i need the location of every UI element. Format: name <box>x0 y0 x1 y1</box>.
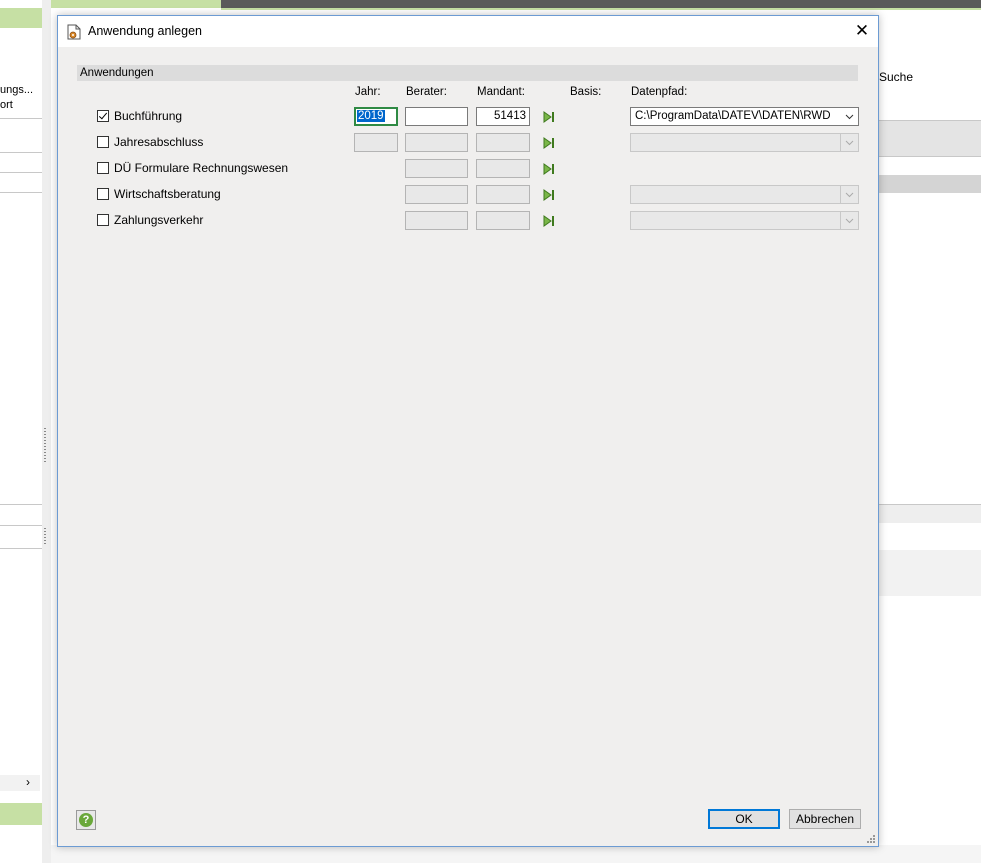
row-label-zahlungsverkehr[interactable]: Zahlungsverkehr <box>114 213 203 227</box>
chevron-right-icon[interactable]: › <box>26 775 30 789</box>
app-left-header-band <box>0 8 42 28</box>
divider <box>0 192 42 193</box>
splitter-grip-icon[interactable] <box>44 428 46 462</box>
divider <box>0 548 42 549</box>
app-left-panel <box>0 0 42 863</box>
resize-grip-icon[interactable] <box>866 834 876 844</box>
section-header: Anwendungen <box>77 65 858 81</box>
column-label-berater: Berater: <box>406 86 447 98</box>
help-button[interactable]: ? <box>76 810 96 830</box>
chevron-down-icon <box>840 134 854 151</box>
divider <box>0 525 42 526</box>
play-next-icon[interactable] <box>543 163 555 175</box>
jahr-value: 2019 <box>357 110 385 122</box>
jahr-input-buchfuehrung[interactable]: 2019 <box>354 107 398 126</box>
row-label-wirtschaftsberatung[interactable]: Wirtschaftsberatung <box>114 187 221 201</box>
document-gear-icon <box>67 24 81 40</box>
play-next-icon[interactable] <box>543 189 555 201</box>
help-icon: ? <box>79 813 93 827</box>
dialog-title: Anwendung anlegen <box>88 24 202 38</box>
berater-input-due-formulare <box>405 159 468 178</box>
mandant-input-zahlungsverkehr <box>476 211 530 230</box>
mandant-input-wirtschaftsberatung <box>476 185 530 204</box>
cancel-button[interactable]: Abbrechen <box>789 809 861 829</box>
datenpfad-value: C:\ProgramData\DATEV\DATEN\RWD <box>635 110 831 122</box>
app-detail-band <box>879 550 981 596</box>
mandant-input-buchfuehrung[interactable]: 51413 <box>476 107 530 126</box>
mandant-input-jahresabschluss <box>476 133 530 152</box>
horizontal-scrollbar[interactable] <box>0 775 40 791</box>
close-button[interactable]: ✕ <box>846 16 878 47</box>
datenpfad-select-buchfuehrung[interactable]: C:\ProgramData\DATEV\DATEN\RWD <box>630 107 859 126</box>
column-label-datenpfad: Datenpfad: <box>631 86 688 98</box>
berater-input-jahresabschluss <box>405 133 468 152</box>
dialog-anwendung-anlegen: Anwendung anlegen ✕ Anwendungen Jahr: Be… <box>57 15 879 847</box>
divider <box>0 118 42 119</box>
checkbox-jahresabschluss[interactable] <box>97 136 109 148</box>
jahr-input-jahresabschluss <box>354 133 398 152</box>
berater-input-zahlungsverkehr <box>405 211 468 230</box>
app-splitter-band <box>879 504 981 523</box>
app-status-strip <box>51 845 981 863</box>
ok-button[interactable]: OK <box>708 809 780 829</box>
app-left-footer-band <box>0 803 42 825</box>
row-label-jahresabschluss[interactable]: Jahresabschluss <box>114 135 203 149</box>
splitter-grip-icon[interactable] <box>44 528 46 544</box>
play-next-icon[interactable] <box>543 111 555 123</box>
checkbox-due-formulare[interactable] <box>97 162 109 174</box>
row-label-buchfuehrung[interactable]: Buchführung <box>114 109 182 123</box>
datenpfad-select-zahlungsverkehr <box>630 211 859 230</box>
row-label-due-formulare[interactable]: DÜ Formulare Rechnungswesen <box>114 161 288 175</box>
play-next-icon[interactable] <box>543 215 555 227</box>
datenpfad-select-wirtschaftsberatung <box>630 185 859 204</box>
chevron-down-icon <box>845 114 854 120</box>
berater-input-buchfuehrung[interactable] <box>405 107 468 126</box>
column-label-basis: Basis: <box>570 86 602 98</box>
play-next-icon[interactable] <box>543 137 555 149</box>
column-label-mandant: Mandant: <box>477 86 525 98</box>
app-toolbar-band <box>879 120 981 157</box>
column-label-jahr: Jahr: <box>355 86 381 98</box>
checkbox-zahlungsverkehr[interactable] <box>97 214 109 226</box>
divider <box>0 172 42 173</box>
mandant-input-due-formulare <box>476 159 530 178</box>
search-label[interactable]: Suche <box>879 70 913 84</box>
datenpfad-select-jahresabschluss <box>630 133 859 152</box>
divider <box>0 504 42 505</box>
app-top-accent <box>221 8 981 10</box>
chevron-down-icon <box>840 186 854 203</box>
checkbox-buchfuehrung[interactable] <box>97 110 109 122</box>
checkbox-wirtschaftsberatung[interactable] <box>97 188 109 200</box>
app-header-band <box>879 175 981 193</box>
divider <box>0 152 42 153</box>
app-left-item-2[interactable]: ort <box>0 99 42 111</box>
dialog-titlebar[interactable]: Anwendung anlegen ✕ <box>58 16 878 47</box>
close-icon: ✕ <box>854 21 870 40</box>
chevron-down-icon <box>840 212 854 229</box>
app-active-tab[interactable] <box>51 0 221 8</box>
app-left-item-1[interactable]: ungs... <box>0 84 42 96</box>
berater-input-wirtschaftsberatung <box>405 185 468 204</box>
